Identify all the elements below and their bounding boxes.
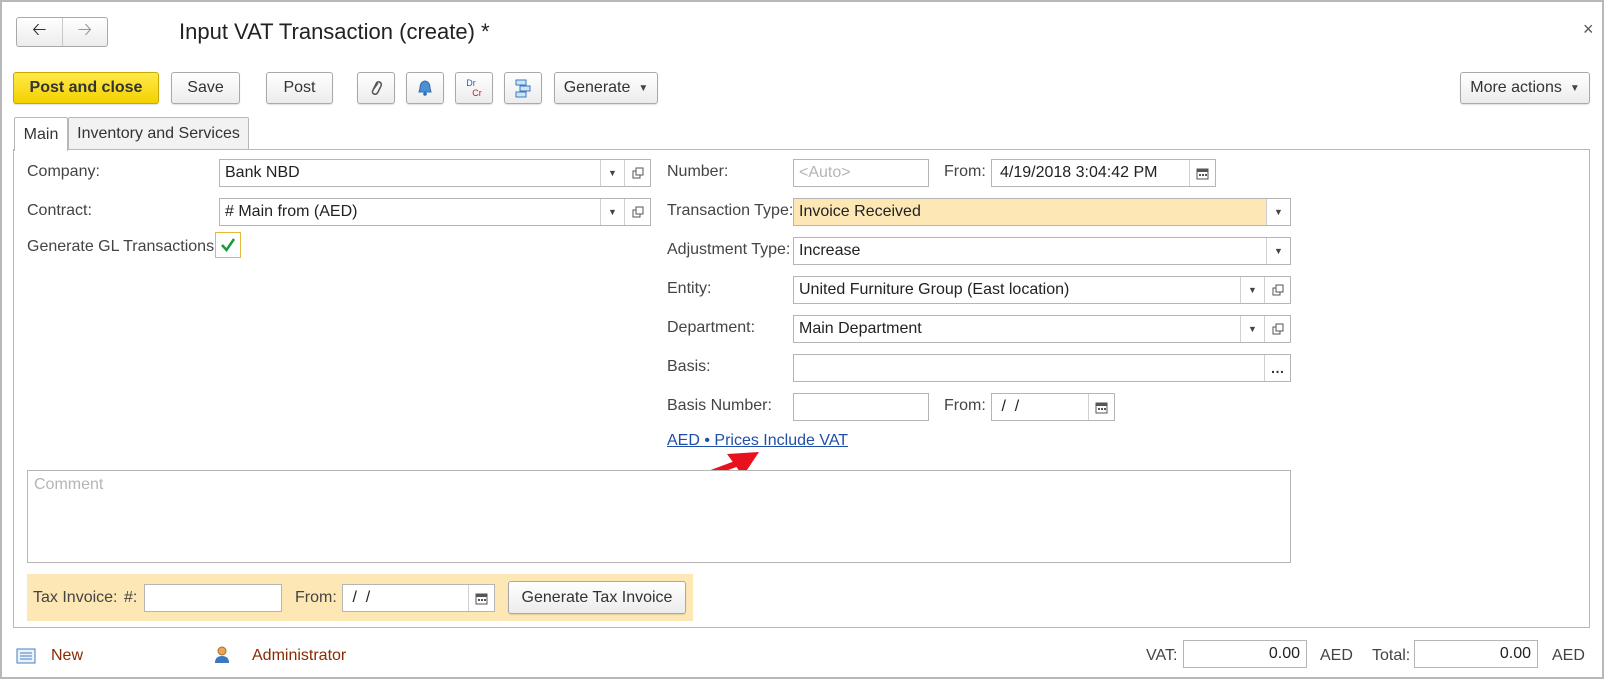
open-icon[interactable] [1264, 316, 1290, 342]
comment-textarea[interactable]: Comment [27, 470, 1291, 563]
date-value: 4/19/2018 3:04:42 PM [1000, 164, 1158, 181]
chevron-down-icon[interactable]: ▼ [1266, 199, 1290, 225]
more-actions-button[interactable]: More actions ▼ [1460, 72, 1590, 104]
generate-button[interactable]: Generate ▼ [554, 72, 658, 104]
tax-invoice-date-value: / / [348, 589, 371, 606]
tax-invoice-number-label: #: [124, 589, 138, 606]
generate-gl-checkbox[interactable] [215, 232, 241, 258]
basis-from-label: From: [944, 397, 986, 414]
tax-invoice-date-field[interactable]: / / [342, 584, 495, 612]
adjustment-type-label: Adjustment Type: [667, 241, 791, 258]
tab-inventory-and-services[interactable]: Inventory and Services [68, 117, 249, 150]
adjustment-type-field[interactable]: Increase ▼ [793, 237, 1291, 265]
reminder-button[interactable] [406, 72, 444, 104]
select-ellipsis-icon[interactable]: … [1264, 355, 1290, 381]
total-currency: AED [1552, 647, 1585, 664]
vat-amount-field: 0.00 [1183, 640, 1307, 668]
forward-arrow-icon[interactable]: 🡢 [61, 18, 108, 46]
number-label: Number: [667, 163, 729, 180]
calendar-icon[interactable] [1189, 160, 1215, 186]
transaction-type-label: Transaction Type: [667, 202, 794, 219]
chevron-down-icon[interactable]: ▼ [600, 199, 624, 225]
vat-label: VAT: [1146, 647, 1178, 664]
basis-date-value: / / [997, 398, 1020, 415]
entity-label: Entity: [667, 280, 712, 297]
open-icon[interactable] [624, 199, 650, 225]
entity-value: United Furniture Group (East location) [799, 281, 1070, 298]
company-value: Bank NBD [225, 164, 300, 181]
basis-number-field[interactable] [793, 393, 929, 421]
date-field[interactable]: 4/19/2018 3:04:42 PM [991, 159, 1216, 187]
post-button[interactable]: Post [266, 72, 333, 104]
generate-gl-label: Generate GL Transactions: [27, 238, 219, 255]
more-actions-label: More actions [1470, 79, 1562, 96]
contract-label: Contract: [27, 202, 92, 219]
dr-cr-icon-cr: Cr [472, 88, 482, 98]
transaction-type-value: Invoice Received [799, 203, 921, 220]
tab-main[interactable]: Main [14, 117, 68, 151]
save-button[interactable]: Save [171, 72, 240, 104]
back-arrow-icon[interactable]: 🡠 [17, 18, 62, 46]
tax-invoice-label: Tax Invoice: [33, 589, 118, 606]
chevron-down-icon[interactable]: ▼ [1240, 277, 1264, 303]
department-label: Department: [667, 319, 756, 336]
tax-invoice-from-label: From: [295, 589, 337, 606]
navigation-buttons: 🡠 🡢 [16, 17, 108, 47]
number-field[interactable]: <Auto> [793, 159, 929, 187]
department-value: Main Department [799, 320, 922, 337]
vat-currency: AED [1320, 647, 1353, 664]
bell-icon [418, 80, 432, 96]
chevron-down-icon: ▼ [638, 82, 649, 94]
close-icon[interactable]: × [1583, 19, 1594, 40]
department-field[interactable]: Main Department ▼ [793, 315, 1291, 343]
contract-value: # Main from (AED) [225, 203, 358, 220]
contract-field[interactable]: # Main from (AED) ▼ [219, 198, 651, 226]
page-title: Input VAT Transaction (create) * [179, 19, 490, 44]
chevron-down-icon[interactable]: ▼ [1240, 316, 1264, 342]
calendar-icon[interactable] [1088, 394, 1114, 420]
checkmark-icon [221, 238, 236, 253]
hierarchy-icon [515, 79, 531, 98]
adjustment-type-value: Increase [799, 242, 861, 259]
generate-tax-invoice-button[interactable]: Generate Tax Invoice [508, 581, 686, 614]
dr-cr-icon-dr: Dr [466, 78, 476, 88]
user-icon [215, 646, 229, 663]
dr-cr-button[interactable]: Dr Cr [455, 72, 493, 104]
basis-label: Basis: [667, 358, 711, 375]
company-label: Company: [27, 163, 100, 180]
status-new: New [51, 647, 84, 664]
chevron-down-icon: ▼ [1569, 82, 1580, 94]
open-icon[interactable] [624, 160, 650, 186]
date-from-label: From: [944, 163, 986, 180]
entity-field[interactable]: United Furniture Group (East location) ▼ [793, 276, 1291, 304]
open-icon[interactable] [1264, 277, 1290, 303]
document-list-icon [16, 648, 36, 664]
basis-field[interactable]: … [793, 354, 1291, 382]
paperclip-icon [371, 81, 383, 95]
generate-label: Generate [563, 79, 631, 96]
number-placeholder: <Auto> [799, 164, 851, 181]
basis-date-field[interactable]: / / [991, 393, 1115, 421]
total-amount-field: 0.00 [1414, 640, 1538, 668]
attachment-button[interactable] [357, 72, 395, 104]
transaction-type-field[interactable]: Invoice Received ▼ [793, 198, 1291, 226]
structure-button[interactable] [504, 72, 542, 104]
chevron-down-icon[interactable]: ▼ [1266, 238, 1290, 264]
calendar-icon[interactable] [468, 585, 494, 611]
company-field[interactable]: Bank NBD ▼ [219, 159, 651, 187]
total-label: Total: [1372, 647, 1411, 664]
user-link[interactable]: Administrator [252, 647, 346, 665]
post-and-close-button[interactable]: Post and close [13, 72, 159, 104]
chevron-down-icon[interactable]: ▼ [600, 160, 624, 186]
basis-number-label: Basis Number: [667, 397, 772, 414]
tax-invoice-number-field[interactable] [144, 584, 282, 612]
